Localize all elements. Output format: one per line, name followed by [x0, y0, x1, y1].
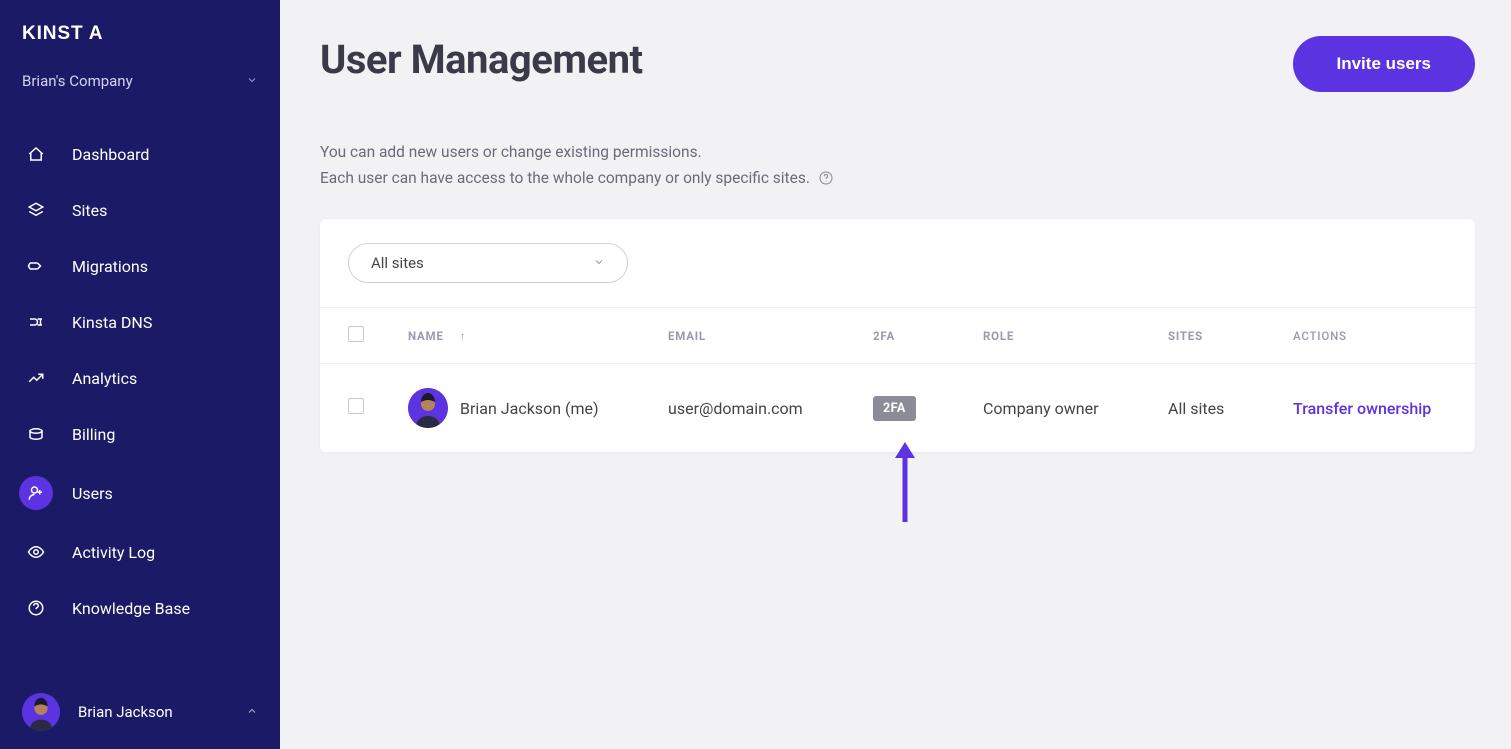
sidebar-nav: Dashboard Sites Migrations Kinsta DNS An…: [0, 118, 280, 675]
user-role: Company owner: [983, 399, 1168, 418]
description-line: Each user can have access to the whole c…: [320, 169, 810, 187]
chevron-down-icon: [246, 72, 258, 90]
sidebar-item-dns[interactable]: Kinsta DNS: [0, 294, 280, 350]
layers-icon: [22, 196, 50, 224]
table-row: Brian Jackson (me) user@domain.com 2FA C…: [320, 364, 1475, 452]
migration-icon: [22, 252, 50, 280]
user-email: user@domain.com: [668, 399, 873, 418]
svg-text:A: A: [89, 23, 103, 44]
brand-logo: KINST A: [0, 0, 280, 60]
sidebar-item-users[interactable]: Users: [0, 462, 280, 524]
chevron-down-icon: [593, 254, 605, 272]
sidebar-item-label: Kinsta DNS: [72, 313, 152, 332]
column-header-role[interactable]: ROLE: [983, 329, 1168, 343]
footer-user-name: Brian Jackson: [78, 703, 173, 721]
page-title: User Management: [320, 36, 643, 83]
page-description: You can add new users or change existing…: [320, 140, 1475, 191]
avatar: [408, 388, 448, 428]
row-checkbox[interactable]: [348, 398, 364, 414]
sidebar-item-label: Billing: [72, 425, 115, 444]
sidebar-item-label: Analytics: [72, 369, 137, 388]
invite-users-button[interactable]: Invite users: [1293, 36, 1476, 92]
column-header-name[interactable]: NAME↑: [408, 329, 668, 343]
column-header-actions: ACTIONS: [1293, 329, 1447, 343]
site-filter-selected: All sites: [371, 254, 424, 272]
sidebar-item-label: Users: [72, 484, 113, 503]
card-filter-bar: All sites: [320, 219, 1475, 307]
dns-icon: [22, 308, 50, 336]
twofa-badge: 2FA: [873, 396, 916, 421]
main-content: User Management Invite users You can add…: [280, 0, 1511, 749]
column-header-2fa[interactable]: 2FA: [873, 329, 983, 343]
site-filter-select[interactable]: All sites: [348, 243, 628, 283]
eye-icon: [22, 538, 50, 566]
analytics-icon: [22, 364, 50, 392]
sidebar: KINST A Brian's Company Dashboard Sites …: [0, 0, 280, 749]
sidebar-item-billing[interactable]: Billing: [0, 406, 280, 462]
user-sites: All sites: [1168, 399, 1293, 418]
column-header-sites[interactable]: SITES: [1168, 329, 1293, 343]
sidebar-item-label: Activity Log: [72, 543, 155, 562]
sidebar-item-migrations[interactable]: Migrations: [0, 238, 280, 294]
sidebar-item-label: Dashboard: [72, 145, 149, 164]
user-add-icon: [19, 476, 53, 510]
column-header-email[interactable]: EMAIL: [668, 329, 873, 343]
avatar: [22, 693, 60, 731]
sidebar-item-analytics[interactable]: Analytics: [0, 350, 280, 406]
billing-icon: [22, 420, 50, 448]
sidebar-item-label: Sites: [72, 201, 107, 220]
description-line: You can add new users or change existing…: [320, 140, 1475, 166]
company-name: Brian's Company: [22, 72, 133, 90]
svg-text:KINST: KINST: [22, 23, 83, 44]
company-selector[interactable]: Brian's Company: [0, 60, 280, 118]
transfer-ownership-link[interactable]: Transfer ownership: [1293, 399, 1447, 418]
sidebar-item-dashboard[interactable]: Dashboard: [0, 126, 280, 182]
users-card: All sites NAME↑ EMAIL 2FA ROLE SITES ACT…: [320, 219, 1475, 452]
annotation-arrow-icon: [893, 442, 917, 528]
help-icon: [22, 594, 50, 622]
table-header: NAME↑ EMAIL 2FA ROLE SITES ACTIONS: [320, 307, 1475, 364]
user-footer[interactable]: Brian Jackson: [0, 675, 280, 749]
sidebar-item-label: Knowledge Base: [72, 599, 190, 618]
sidebar-item-sites[interactable]: Sites: [0, 182, 280, 238]
sidebar-item-activity[interactable]: Activity Log: [0, 524, 280, 580]
sort-ascending-icon: ↑: [460, 329, 467, 343]
home-icon: [22, 140, 50, 168]
user-name: Brian Jackson (me): [460, 399, 599, 418]
main-header: User Management Invite users: [320, 36, 1475, 92]
chevron-up-icon: [246, 703, 258, 721]
help-circle-icon[interactable]: [818, 170, 834, 186]
select-all-checkbox[interactable]: [348, 326, 364, 342]
sidebar-item-kb[interactable]: Knowledge Base: [0, 580, 280, 636]
sidebar-item-label: Migrations: [72, 257, 148, 276]
